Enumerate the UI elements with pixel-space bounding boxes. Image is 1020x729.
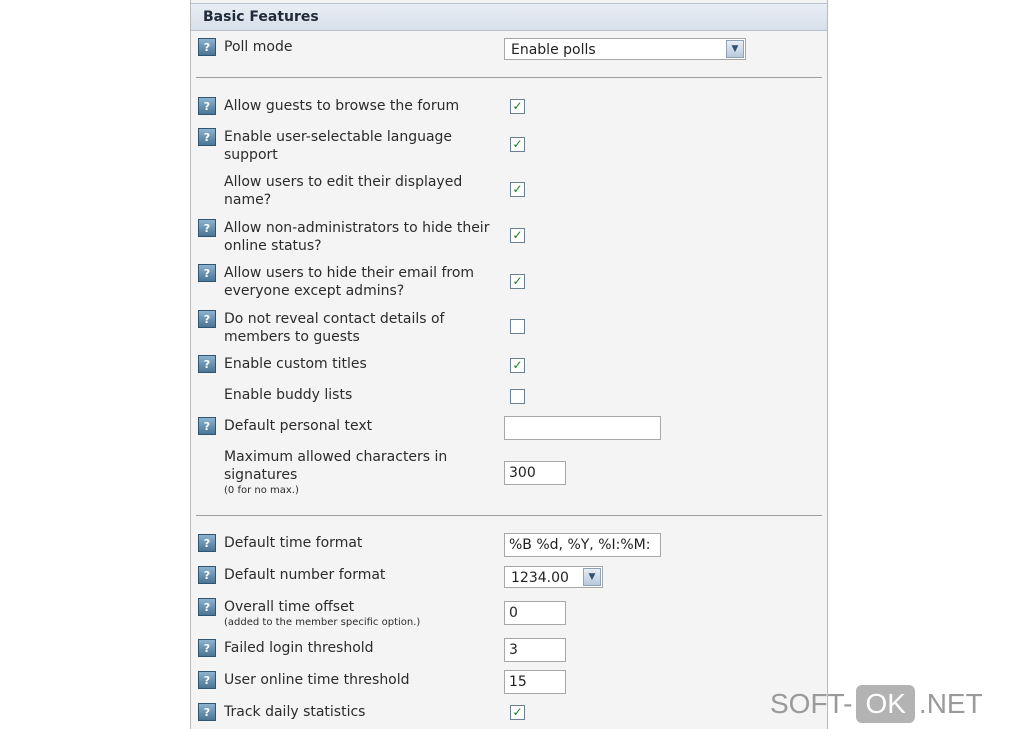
setting-label: Allow guests to browse the forum: [224, 98, 460, 114]
help-icon[interactable]: ?: [198, 566, 216, 584]
setting-note: (added to the member specific option.): [224, 617, 421, 628]
checkmark-icon: ✓: [512, 182, 523, 196]
help-icon[interactable]: ?: [198, 639, 216, 657]
help-icon[interactable]: ?: [198, 310, 216, 328]
watermark-badge: OK: [856, 685, 915, 723]
setting-note: (0 for no max.): [224, 485, 299, 496]
checkmark-icon: ✓: [512, 274, 523, 288]
help-icon[interactable]: ?: [198, 534, 216, 552]
watermark-logo: SOFT- OK .NET: [770, 684, 983, 724]
checkmark-icon: ✓: [512, 228, 523, 242]
time-offset-input[interactable]: 0: [504, 601, 566, 625]
setting-label: Default number format: [224, 567, 386, 583]
setting-label: Allow non-administrators to hide their o…: [224, 220, 490, 254]
buddy-lists-checkbox[interactable]: [510, 389, 525, 404]
chevron-down-icon[interactable]: ▼: [726, 40, 744, 58]
hide-online-checkbox[interactable]: ✓: [510, 228, 525, 243]
setting-label: Overall time offset (added to the member…: [224, 598, 504, 630]
help-icon[interactable]: ?: [198, 703, 216, 721]
signature-length-input[interactable]: 300: [504, 461, 566, 485]
watermark-right: .NET: [918, 688, 983, 719]
setting-label: Poll mode: [224, 39, 293, 55]
help-icon[interactable]: ?: [198, 598, 216, 616]
select-value: Enable polls: [511, 42, 596, 58]
setting-label: Allow users to edit their displayed name…: [224, 174, 463, 208]
watermark-left: SOFT-: [770, 688, 853, 719]
setting-label: Default personal text: [224, 418, 373, 434]
checkmark-icon: ✓: [512, 705, 523, 719]
help-icon[interactable]: ?: [198, 128, 216, 146]
help-icon[interactable]: ?: [198, 417, 216, 435]
help-icon[interactable]: ?: [198, 38, 216, 56]
section-header: Basic Features: [191, 3, 827, 31]
checkmark-icon: ✓: [512, 358, 523, 372]
daily-stats-checkbox[interactable]: ✓: [510, 705, 525, 720]
setting-label: Enable user-selectable language support: [224, 129, 453, 163]
setting-label: Enable buddy lists: [224, 387, 353, 403]
chevron-down-icon[interactable]: ▼: [583, 568, 601, 586]
settings-panel: Basic Features ? Poll mode Enable polls …: [190, 0, 828, 729]
select-value: 1234.00: [511, 570, 569, 586]
checkmark-icon: ✓: [512, 99, 523, 113]
failed-login-input[interactable]: 3: [504, 638, 566, 662]
help-icon[interactable]: ?: [198, 264, 216, 282]
number-format-select[interactable]: 1234.00 ▼: [504, 566, 603, 588]
setting-label: Track daily statistics: [224, 704, 366, 720]
setting-label: Default time format: [224, 535, 363, 551]
divider: [196, 515, 822, 516]
contact-details-checkbox[interactable]: [510, 319, 525, 334]
help-icon[interactable]: ?: [198, 219, 216, 237]
language-support-checkbox[interactable]: ✓: [510, 137, 525, 152]
setting-label: Do not reveal contact details of members…: [224, 311, 445, 345]
allow-guests-checkbox[interactable]: ✓: [510, 99, 525, 114]
help-icon[interactable]: ?: [198, 97, 216, 115]
online-threshold-input[interactable]: 15: [504, 670, 566, 694]
setting-label: Enable custom titles: [224, 356, 367, 372]
edit-name-checkbox[interactable]: ✓: [510, 182, 525, 197]
setting-label-text: Maximum allowed characters in signatures: [224, 449, 448, 483]
setting-label: User online time threshold: [224, 672, 410, 688]
help-icon[interactable]: ?: [198, 671, 216, 689]
section-title: Basic Features: [203, 9, 319, 25]
personal-text-input[interactable]: [504, 416, 661, 440]
custom-titles-checkbox[interactable]: ✓: [510, 358, 525, 373]
setting-label-text: Overall time offset: [224, 599, 355, 615]
setting-label: Maximum allowed characters in signatures…: [224, 448, 494, 498]
checkmark-icon: ✓: [512, 137, 523, 151]
setting-label: Allow users to hide their email from eve…: [224, 265, 475, 299]
hide-email-checkbox[interactable]: ✓: [510, 274, 525, 289]
poll-mode-select[interactable]: Enable polls ▼: [504, 38, 746, 60]
help-icon[interactable]: ?: [198, 355, 216, 373]
setting-label: Failed login threshold: [224, 640, 374, 656]
divider: [196, 77, 822, 78]
time-format-input[interactable]: %B %d, %Y, %I:%M:: [504, 533, 661, 557]
